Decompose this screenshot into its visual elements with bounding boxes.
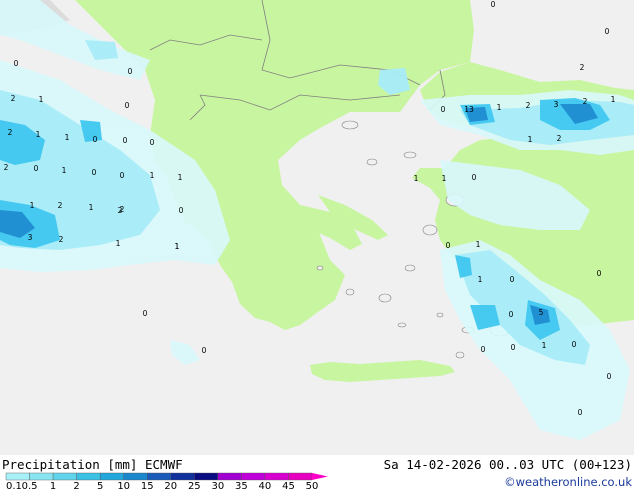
color-swatch (76, 472, 101, 481)
precip-value-label: 0 (128, 67, 133, 76)
precip-value-label: 0 (597, 269, 602, 278)
color-swatch (170, 472, 195, 481)
precip-value-label: 1 (611, 95, 616, 104)
precip-value-label: 2 (58, 201, 63, 210)
precip-value-label: 1 (528, 135, 533, 144)
color-scale-tick-label: 0.5 (22, 481, 38, 490)
precip-value-label: 0 (143, 309, 148, 318)
precip-value-label: 0 (607, 372, 612, 381)
precip-value-label: 1 (30, 201, 35, 210)
precip-value-label: 3 (28, 233, 33, 242)
precip-value-label: 0 (125, 101, 130, 110)
weather-map-page: 0 0 0 2 1 0 2 1 1 0 0 2 0 1 0 1 0 1 0 0 1 2 1 2 0 3 2 1 1 0 13 1 2 3 2 1 1 2 1… (0, 0, 634, 492)
precip-value-label: 0 (511, 343, 516, 352)
color-scale-tick-label: 45 (282, 481, 295, 490)
precip-value-label: 0 (34, 164, 39, 173)
precip-value-label: 0 (481, 345, 486, 354)
color-swatch (241, 472, 266, 481)
precip-value-label: 0 (120, 171, 125, 180)
precip-value-label: 1 (497, 103, 502, 112)
color-swatch (217, 472, 242, 481)
precip-value-label: 1 (150, 171, 155, 180)
color-scale-bar (5, 472, 328, 481)
legend-footer: Precipitation [mm] ECMWF Sa 14-02-2026 0… (0, 455, 634, 492)
precip-value-label: 1 (65, 133, 70, 142)
color-scale-tick-label: 2 (73, 481, 79, 490)
precip-value-label: 1 (476, 240, 481, 249)
precip-value-label: 1 (414, 174, 419, 183)
run-info: Sa 14-02-2026 00..03 UTC (00+123) (384, 457, 632, 472)
color-scale-tick-label: 20 (164, 481, 177, 490)
precip-value-label: 0 (572, 340, 577, 349)
precip-value-label: 0 (509, 310, 514, 319)
precip-value-label: 13 (464, 105, 474, 114)
precipitation-map: 0 0 0 2 1 0 2 1 1 0 0 2 0 1 0 1 0 1 0 0 1 2 1 2 0 3 2 1 1 0 13 1 2 3 2 1 1 2 1… (0, 0, 634, 455)
precip-value-label: 1 (178, 173, 183, 182)
precip-value-label: 2 (580, 63, 585, 72)
precip-value-label: 0 (92, 168, 97, 177)
color-scale-arrow (312, 473, 328, 480)
precip-value-label: 2 (59, 235, 64, 244)
precip-value-label: 2 (4, 163, 9, 172)
precip-value-label: 0 (93, 135, 98, 144)
precip-value-label: 0 (446, 241, 451, 250)
color-swatch (5, 472, 30, 481)
precip-value-label: 2 (11, 94, 16, 103)
color-scale-tick-label: 10 (117, 481, 130, 490)
precip-value-label: 0 (472, 173, 477, 182)
precip-value-label: 1 (116, 239, 121, 248)
color-scale-tick-label: 35 (235, 481, 248, 490)
precip-value-label: 3 (554, 100, 559, 109)
precip-value-label: 1 (175, 242, 180, 251)
color-scale-tick-label: 15 (141, 481, 154, 490)
precip-value-label: 0 (150, 138, 155, 147)
precip-value-label: 1 (39, 95, 44, 104)
precip-value-label: 0 (202, 346, 207, 355)
precip-value-label: 0 (510, 275, 515, 284)
legend-title: Precipitation [mm] ECMWF (2, 457, 183, 472)
precip-value-label: 0 (441, 105, 446, 114)
color-scale-tick-label: 40 (259, 481, 272, 490)
color-scale-tick-label: 0.1 (6, 481, 22, 490)
precip-value-label: 2 (8, 128, 13, 137)
precip-value-label: 0 (491, 0, 496, 9)
precip-value-label: 1 (478, 275, 483, 284)
precip-value-label: 1 (89, 203, 94, 212)
color-swatch (147, 472, 171, 481)
color-swatch (194, 472, 219, 481)
credit-text: ©weatheronline.co.uk (504, 475, 632, 489)
precip-value-label: 1 (62, 166, 67, 175)
precip-value-label: 1 (36, 130, 41, 139)
color-swatch (264, 472, 289, 481)
color-scale-tick-label: 30 (211, 481, 224, 490)
precip-value-label: 0 (605, 27, 610, 36)
precip-value-label: 2 (526, 101, 531, 110)
precip-value-label: 5 (539, 308, 544, 317)
precip-value-label: 0 (14, 59, 19, 68)
color-swatch (52, 472, 77, 481)
precip-value-label: 2 (557, 134, 562, 143)
precip-value-label: 0 (123, 136, 128, 145)
color-swatch (29, 472, 54, 481)
precip-value-label: 1 (542, 341, 547, 350)
color-swatch (99, 472, 124, 481)
color-swatch (123, 472, 148, 481)
precip-value-label: 2 (118, 206, 123, 215)
color-scale-tick-label: 25 (188, 481, 201, 490)
color-scale-tick-label: 1 (50, 481, 56, 490)
precip-value-label: 2 (583, 97, 588, 106)
precip-value-label: 0 (179, 206, 184, 215)
color-scale-tick-label: 50 (306, 481, 319, 490)
precip-value-label: 0 (578, 408, 583, 417)
color-swatch (288, 472, 313, 481)
color-scale-tick-label: 5 (97, 481, 103, 490)
color-scale-ticks: 0.1 0.5 1 2 5 10 15 20 25 30 35 40 45 50 (6, 481, 319, 492)
precip-value-label: 1 (442, 174, 447, 183)
